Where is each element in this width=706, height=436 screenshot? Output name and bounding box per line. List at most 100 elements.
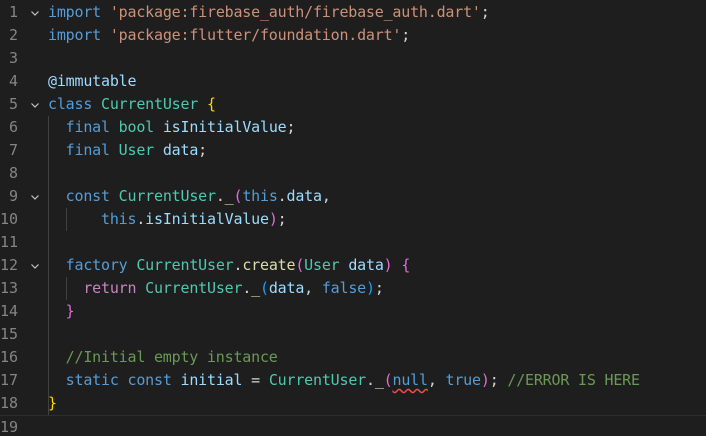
code-text[interactable]: class CurrentUser {	[48, 93, 216, 116]
chevron-down-icon[interactable]	[28, 185, 42, 208]
code-token: initial	[180, 371, 243, 389]
code-token: isInitialValue	[162, 118, 287, 136]
code-text[interactable]: factory CurrentUser.create(User data) {	[48, 254, 411, 277]
code-text[interactable]: }	[48, 300, 75, 323]
code-token: ;	[374, 279, 384, 297]
code-text[interactable]: final User data;	[48, 139, 208, 162]
code-line[interactable]: 7 final User data;	[0, 139, 706, 162]
code-text[interactable]: const CurrentUser._(this.data,	[48, 185, 331, 208]
code-token: this	[101, 210, 137, 228]
line-number: 18	[0, 394, 19, 412]
code-line[interactable]: 14 }	[0, 300, 706, 323]
code-token: _	[224, 187, 234, 205]
code-line[interactable]: 2 import 'package:flutter/foundation.dart…	[0, 24, 706, 47]
code-line[interactable]: 15	[0, 323, 706, 346]
code-text[interactable]: //Initial empty instance	[48, 346, 278, 369]
code-line[interactable]: 11	[0, 231, 706, 254]
code-line[interactable]: 17 static const initial = CurrentUser._(…	[0, 369, 706, 392]
code-text[interactable]: final bool isInitialValue;	[48, 116, 296, 139]
code-line[interactable]: 9 const CurrentUser._(this.data,	[0, 185, 706, 208]
code-token: //ERROR IS HERE	[507, 371, 640, 389]
code-token: _	[374, 371, 384, 389]
code-line[interactable]: 6 final bool isInitialValue;	[0, 116, 706, 139]
line-number: 1	[8, 3, 18, 21]
code-line[interactable]: 8	[0, 162, 706, 185]
code-token: return	[83, 279, 137, 297]
code-line[interactable]: 16 //Initial empty instance	[0, 346, 706, 369]
code-line[interactable]: 1 import 'package:firebase_auth/firebase_…	[0, 1, 706, 24]
code-line[interactable]: 10 this.isInitialValue);	[0, 208, 706, 231]
code-editor[interactable]: 1 import 'package:firebase_auth/firebase_…	[0, 0, 706, 436]
code-token: ;	[401, 26, 411, 44]
code-token: ;	[480, 3, 490, 21]
code-token: .	[215, 187, 225, 205]
code-line[interactable]: 5 class CurrentUser {	[0, 93, 706, 116]
chevron-down-icon[interactable]	[28, 93, 42, 116]
code-line[interactable]: 13 return CurrentUser._(data, false);	[0, 277, 706, 300]
code-token: =	[242, 371, 269, 389]
code-token: @immutable	[48, 72, 137, 90]
code-token: //Initial empty instance	[65, 348, 278, 366]
line-number: 13	[0, 279, 19, 297]
line-number: 10	[0, 210, 19, 228]
code-token: const	[65, 187, 110, 205]
code-token: (	[260, 279, 269, 297]
code-line[interactable]: 4 @immutable	[0, 70, 706, 93]
code-token: ,	[304, 279, 322, 297]
error-token: null	[392, 371, 429, 389]
code-token: factory	[65, 256, 128, 274]
code-token: User	[118, 141, 155, 159]
code-token: data	[162, 141, 199, 159]
code-token: _	[251, 279, 260, 297]
code-text[interactable]: import 'package:flutter/foundation.dart'…	[48, 24, 410, 47]
code-text[interactable]: }	[48, 392, 57, 415]
code-token: import	[48, 26, 101, 44]
code-line[interactable]: 18}	[0, 392, 706, 415]
code-token: static	[65, 371, 119, 389]
code-token: 'package:flutter/foundation.dart'	[109, 26, 402, 44]
code-token: ;	[489, 371, 508, 389]
line-number: 5	[8, 95, 18, 113]
code-token: )	[383, 256, 393, 274]
code-line[interactable]: 19	[0, 415, 706, 436]
code-token: .	[136, 210, 146, 228]
code-line[interactable]: 3	[0, 47, 706, 70]
code-token: final	[65, 141, 110, 159]
code-token: true	[445, 371, 482, 389]
chevron-down-icon[interactable]	[28, 254, 42, 277]
code-token: ;	[286, 118, 296, 136]
code-line[interactable]: 12 factory CurrentUser.create(User data)…	[0, 254, 706, 277]
code-text[interactable]: return CurrentUser._(data, false);	[48, 277, 384, 300]
line-number: 12	[0, 256, 19, 274]
code-text[interactable]: this.isInitialValue);	[48, 208, 287, 231]
code-text[interactable]: static const initial = CurrentUser._(nul…	[48, 369, 640, 392]
line-number: 8	[8, 164, 18, 182]
code-token: User	[304, 256, 340, 274]
line-number: 15	[0, 325, 19, 343]
chevron-down-icon[interactable]	[28, 1, 42, 24]
code-text[interactable]: import 'package:firebase_auth/firebase_a…	[48, 1, 490, 24]
line-number: 3	[8, 49, 18, 67]
code-token: isInitialValue	[145, 210, 269, 228]
code-token: final	[65, 118, 110, 136]
code-token: ;	[277, 210, 287, 228]
code-token: CurrentUser	[268, 371, 366, 389]
code-text[interactable]: @immutable	[48, 70, 137, 93]
code-token: {	[206, 95, 216, 113]
line-number: 11	[0, 233, 19, 251]
code-token: )	[480, 371, 490, 389]
line-number: 4	[8, 72, 18, 90]
code-token: data	[348, 256, 384, 274]
line-number: 7	[8, 141, 18, 159]
